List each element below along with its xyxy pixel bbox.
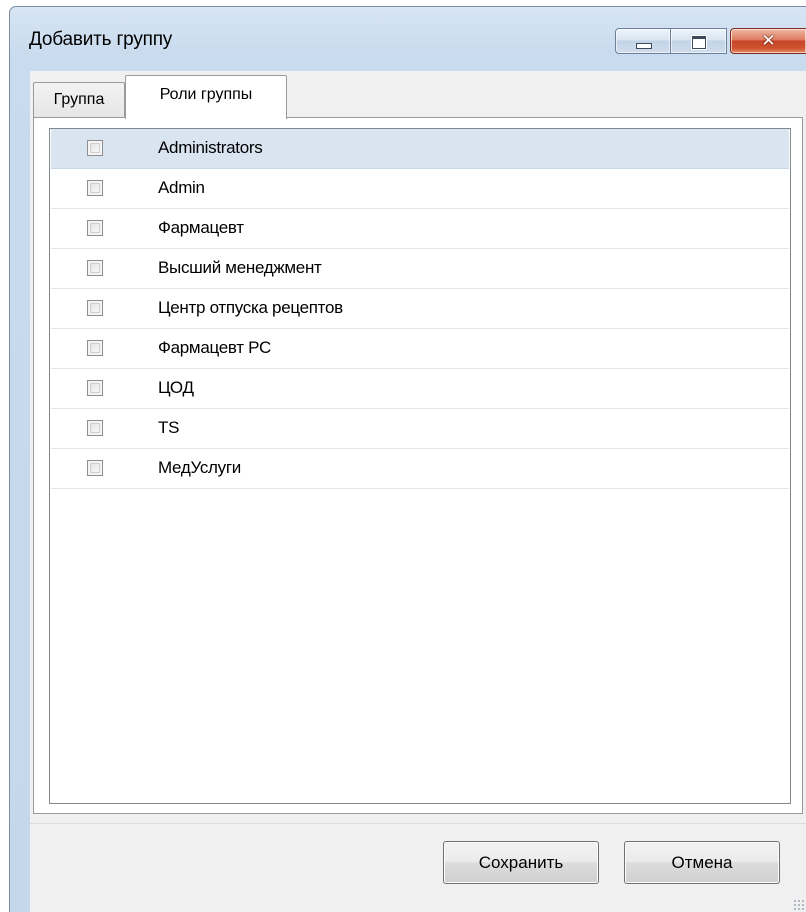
resize-grip[interactable] <box>793 899 805 911</box>
role-checkbox[interactable] <box>87 420 103 436</box>
maximize-icon <box>692 36 706 49</box>
close-icon: ✕ <box>761 31 776 51</box>
role-label: ЦОД <box>158 378 194 397</box>
role-checkbox[interactable] <box>87 140 103 156</box>
list-item[interactable]: МедУслуги <box>51 449 789 489</box>
list-item[interactable]: ЦОД <box>51 369 789 409</box>
role-checkbox[interactable] <box>87 460 103 476</box>
role-checkbox[interactable] <box>87 340 103 356</box>
tab-page-group-roles: Administrators Admin Фармацевт Высший ме… <box>33 117 803 814</box>
role-label: TS <box>158 418 180 437</box>
dialog-window: Добавить группу ✕ Группа Роли группы Adm… <box>9 6 806 912</box>
list-item[interactable]: Administrators <box>51 129 789 169</box>
role-label: Фармацевт РС <box>158 338 271 357</box>
cancel-button[interactable]: Отмена <box>624 841 780 884</box>
role-checkbox[interactable] <box>87 260 103 276</box>
role-checkbox[interactable] <box>87 380 103 396</box>
role-label: Центр отпуска рецептов <box>158 298 343 317</box>
list-item[interactable]: Фармацевт РС <box>51 329 789 369</box>
role-checkbox[interactable] <box>87 300 103 316</box>
roles-checklist[interactable]: Administrators Admin Фармацевт Высший ме… <box>49 128 791 804</box>
role-label: Высший менеджмент <box>158 258 322 277</box>
role-label: Administrators <box>158 138 263 157</box>
footer-divider <box>30 823 806 824</box>
maximize-button[interactable] <box>671 28 727 54</box>
window-title: Добавить группу <box>29 29 173 50</box>
minimize-icon <box>636 43 652 49</box>
role-label: Admin <box>158 178 205 197</box>
save-button[interactable]: Сохранить <box>443 841 599 884</box>
tab-group-roles[interactable]: Роли группы <box>125 75 287 119</box>
tab-group[interactable]: Группа <box>33 82 125 117</box>
list-item[interactable]: TS <box>51 409 789 449</box>
role-label: МедУслуги <box>158 458 241 477</box>
list-item[interactable]: Высший менеджмент <box>51 249 789 289</box>
role-checkbox[interactable] <box>87 220 103 236</box>
list-item[interactable]: Фармацевт <box>51 209 789 249</box>
dialog-client-area: Группа Роли группы Administrators Admin … <box>30 71 806 912</box>
role-label: Фармацевт <box>158 218 244 237</box>
role-checkbox[interactable] <box>87 180 103 196</box>
close-button[interactable]: ✕ <box>730 28 806 54</box>
minimize-button[interactable] <box>615 28 671 54</box>
list-item[interactable]: Центр отпуска рецептов <box>51 289 789 329</box>
list-item[interactable]: Admin <box>51 169 789 209</box>
